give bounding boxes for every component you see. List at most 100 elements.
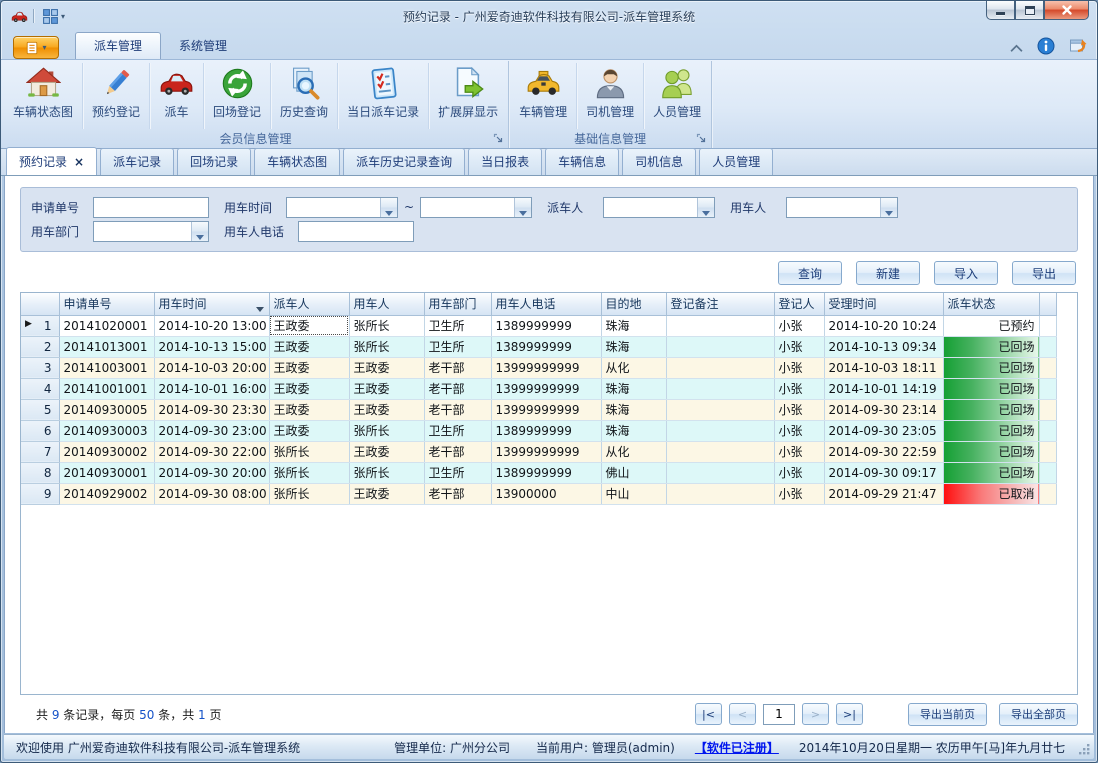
cell-remark[interactable] (666, 315, 774, 336)
cell-phone[interactable]: 13999999999 (491, 357, 601, 378)
cell-order_no[interactable]: 20140929002 (59, 483, 154, 504)
cell-accept_time[interactable]: 2014-09-30 23:14 (824, 399, 943, 420)
cell-destination[interactable]: 珠海 (601, 336, 666, 357)
column-header-10[interactable]: 派车状态 (943, 293, 1039, 315)
cell-order_no[interactable]: 20141001001 (59, 378, 154, 399)
dispatch-button[interactable]: 派车 (150, 63, 204, 129)
import-button[interactable]: 导入 (934, 261, 998, 285)
cell-use_time[interactable]: 2014-09-30 22:00 (154, 441, 269, 462)
cell-destination[interactable]: 中山 (601, 483, 666, 504)
cell-accept_time[interactable]: 2014-10-03 18:11 (824, 357, 943, 378)
cell-use_time[interactable]: 2014-09-30 23:30 (154, 399, 269, 420)
dialog-launcher-icon[interactable] (696, 133, 707, 144)
row-indicator[interactable]: 3 (21, 357, 59, 378)
cell-dispatcher[interactable]: 王政委 (269, 357, 349, 378)
today-dispatch-records-button[interactable]: 当日派车记录 (338, 63, 429, 129)
passenger-combo[interactable] (786, 197, 898, 218)
cell-registrar[interactable]: 小张 (774, 378, 824, 399)
column-header-5[interactable]: 用车人电话 (491, 293, 601, 315)
row-indicator[interactable]: 8 (21, 462, 59, 483)
cell-dispatcher[interactable]: 张所长 (269, 483, 349, 504)
cell-registrar[interactable]: 小张 (774, 441, 824, 462)
cell-dispatch-status[interactable]: 已预约 (943, 315, 1039, 336)
query-button[interactable]: 查询 (778, 261, 842, 285)
tab-personnel-manage[interactable]: 人员管理 (699, 148, 773, 175)
cell-use_time[interactable]: 2014-10-03 20:00 (154, 357, 269, 378)
use-time-to-combo[interactable] (420, 197, 532, 218)
cell-passenger[interactable]: 张所长 (349, 336, 424, 357)
cell-dispatch-status[interactable]: 已回场 (943, 399, 1039, 420)
row-indicator[interactable]: 6 (21, 420, 59, 441)
tab-close-icon[interactable]: × (74, 157, 84, 167)
column-header-4[interactable]: 用车部门 (424, 293, 491, 315)
export-all-pages-button[interactable]: 导出全部页 (999, 703, 1078, 726)
vehicle-status-map-button[interactable]: 车辆状态图 (4, 63, 83, 129)
collapse-ribbon-button[interactable] (1010, 42, 1023, 51)
registered-link[interactable]: 【软件已注册】 (695, 739, 779, 756)
reservation-register-button[interactable]: 预约登记 (83, 63, 150, 129)
cell-dispatch-status[interactable]: 已回场 (943, 357, 1039, 378)
cell-dept[interactable]: 卫生所 (424, 336, 491, 357)
row-indicator[interactable]: 9 (21, 483, 59, 504)
table-row[interactable]: 6201409300032014-09-30 23:00王政委张所长卫生所138… (21, 420, 1056, 441)
minimize-button[interactable] (986, 1, 1015, 20)
cell-remark[interactable] (666, 336, 774, 357)
row-indicator[interactable]: 5 (21, 399, 59, 420)
cell-dept[interactable]: 卫生所 (424, 462, 491, 483)
cell-registrar[interactable]: 小张 (774, 399, 824, 420)
cell-accept_time[interactable]: 2014-09-30 23:05 (824, 420, 943, 441)
cell-remark[interactable] (666, 462, 774, 483)
cell-registrar[interactable]: 小张 (774, 315, 824, 336)
cell-use_time[interactable]: 2014-10-13 15:00 (154, 336, 269, 357)
cell-phone[interactable]: 13999999999 (491, 378, 601, 399)
cell-remark[interactable] (666, 441, 774, 462)
prev-page-button[interactable]: < (729, 703, 756, 725)
cell-order_no[interactable]: 20141013001 (59, 336, 154, 357)
cell-passenger[interactable]: 王政委 (349, 399, 424, 420)
column-header-0[interactable]: 申请单号 (59, 293, 154, 315)
last-page-button[interactable]: >| (836, 703, 863, 725)
tab-dispatch-records[interactable]: 派车记录 (100, 148, 174, 175)
row-indicator[interactable]: ▶1 (21, 315, 59, 336)
cell-passenger[interactable]: 王政委 (349, 483, 424, 504)
column-header-8[interactable]: 登记人 (774, 293, 824, 315)
cell-dispatcher[interactable]: 王政委 (269, 399, 349, 420)
cell-dept[interactable]: 老干部 (424, 483, 491, 504)
use-time-from-combo[interactable] (286, 197, 398, 218)
cell-dispatch-status[interactable]: 已回场 (943, 378, 1039, 399)
export-current-page-button[interactable]: 导出当前页 (908, 703, 987, 726)
cell-accept_time[interactable]: 2014-09-30 22:59 (824, 441, 943, 462)
cell-order_no[interactable]: 20140930002 (59, 441, 154, 462)
cell-phone[interactable]: 1389999999 (491, 462, 601, 483)
cell-registrar[interactable]: 小张 (774, 483, 824, 504)
table-row[interactable]: 4201410010012014-10-01 16:00王政委王政委老干部139… (21, 378, 1056, 399)
cell-destination[interactable]: 佛山 (601, 462, 666, 483)
about-button[interactable] (1069, 37, 1087, 55)
cell-use_time[interactable]: 2014-09-30 08:00 (154, 483, 269, 504)
driver-manage-button[interactable]: 司机管理 (577, 63, 644, 129)
cell-registrar[interactable]: 小张 (774, 336, 824, 357)
cell-dispatcher[interactable]: 王政委 (269, 336, 349, 357)
cell-phone[interactable]: 13999999999 (491, 441, 601, 462)
cell-remark[interactable] (666, 399, 774, 420)
cell-dept[interactable]: 老干部 (424, 399, 491, 420)
tab-reservation-records[interactable]: 预约记录× (6, 147, 97, 175)
cell-passenger[interactable]: 张所长 (349, 315, 424, 336)
maximize-button[interactable] (1015, 1, 1044, 20)
table-row[interactable]: 9201409290022014-09-30 08:00张所长王政委老干部139… (21, 483, 1056, 504)
cell-phone[interactable]: 13999999999 (491, 399, 601, 420)
cell-passenger[interactable]: 张所长 (349, 420, 424, 441)
cell-order_no[interactable]: 20141020001 (59, 315, 154, 336)
app-menu-button[interactable]: ▾ (13, 36, 59, 59)
tab-vehicle-status-map[interactable]: 车辆状态图 (254, 148, 340, 175)
tab-dispatch-history-query[interactable]: 派车历史记录查询 (343, 148, 465, 175)
cell-order_no[interactable]: 20140930005 (59, 399, 154, 420)
cell-use_time[interactable]: 2014-10-01 16:00 (154, 378, 269, 399)
cell-destination[interactable]: 从化 (601, 441, 666, 462)
cell-dispatcher[interactable]: 张所长 (269, 441, 349, 462)
first-page-button[interactable]: |< (695, 703, 722, 725)
export-button[interactable]: 导出 (1012, 261, 1076, 285)
column-header-6[interactable]: 目的地 (601, 293, 666, 315)
cell-passenger[interactable]: 王政委 (349, 357, 424, 378)
tab-return-records[interactable]: 回场记录 (177, 148, 251, 175)
